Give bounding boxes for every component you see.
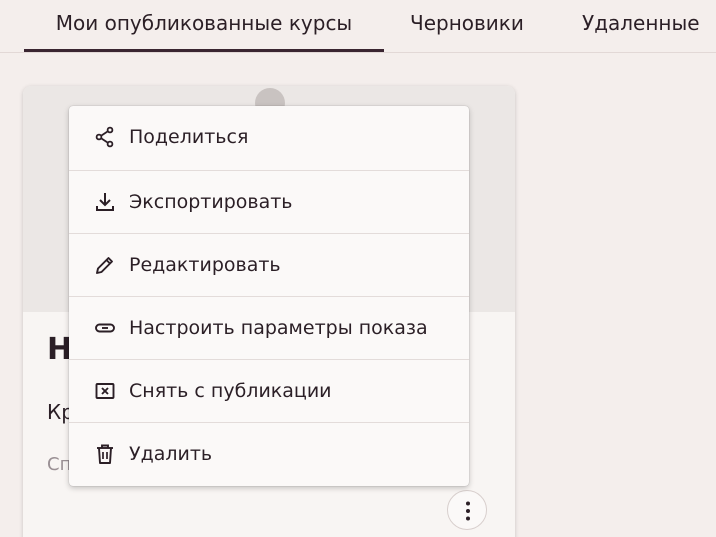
menu-item-label: Экспортировать (129, 191, 293, 213)
tab-label: Черновики (410, 11, 524, 35)
menu-item-display-settings[interactable]: Настроить параметры показа (69, 296, 469, 360)
tab-label: Удаленные (582, 11, 700, 35)
context-menu: Поделиться Экспортировать Редактировать … (69, 106, 469, 486)
menu-item-label: Поделиться (129, 126, 249, 148)
menu-item-share[interactable]: Поделиться (69, 106, 469, 169)
menu-item-label: Снять с публикации (129, 380, 332, 402)
download-icon (96, 193, 114, 211)
menu-item-label: Настроить параметры показа (129, 317, 428, 339)
tab-drafts[interactable]: Черновики (410, 0, 524, 52)
tab-bar: Мои опубликованные курсы Черновики Удале… (0, 0, 716, 53)
menu-item-delete[interactable]: Удалить (69, 422, 469, 486)
menu-item-label: Редактировать (129, 254, 281, 276)
pencil-icon (96, 257, 113, 274)
close-box-icon (95, 383, 115, 399)
tab-published-courses[interactable]: Мои опубликованные курсы (24, 0, 384, 52)
tab-label: Мои опубликованные курсы (55, 11, 353, 35)
link-icon (95, 323, 115, 333)
share-icon (95, 126, 114, 148)
menu-item-label: Удалить (129, 443, 213, 465)
tab-deleted[interactable]: Удаленные (582, 0, 700, 52)
trash-icon (97, 444, 113, 464)
menu-item-edit[interactable]: Редактировать (69, 233, 469, 297)
more-vertical-icon (466, 501, 470, 521)
menu-item-export[interactable]: Экспортировать (69, 170, 469, 234)
menu-item-unpublish[interactable]: Снять с публикации (69, 359, 469, 423)
more-options-button[interactable] (447, 490, 487, 530)
page: Мои опубликованные курсы Черновики Удале… (0, 0, 716, 537)
active-tab-indicator (24, 49, 384, 52)
